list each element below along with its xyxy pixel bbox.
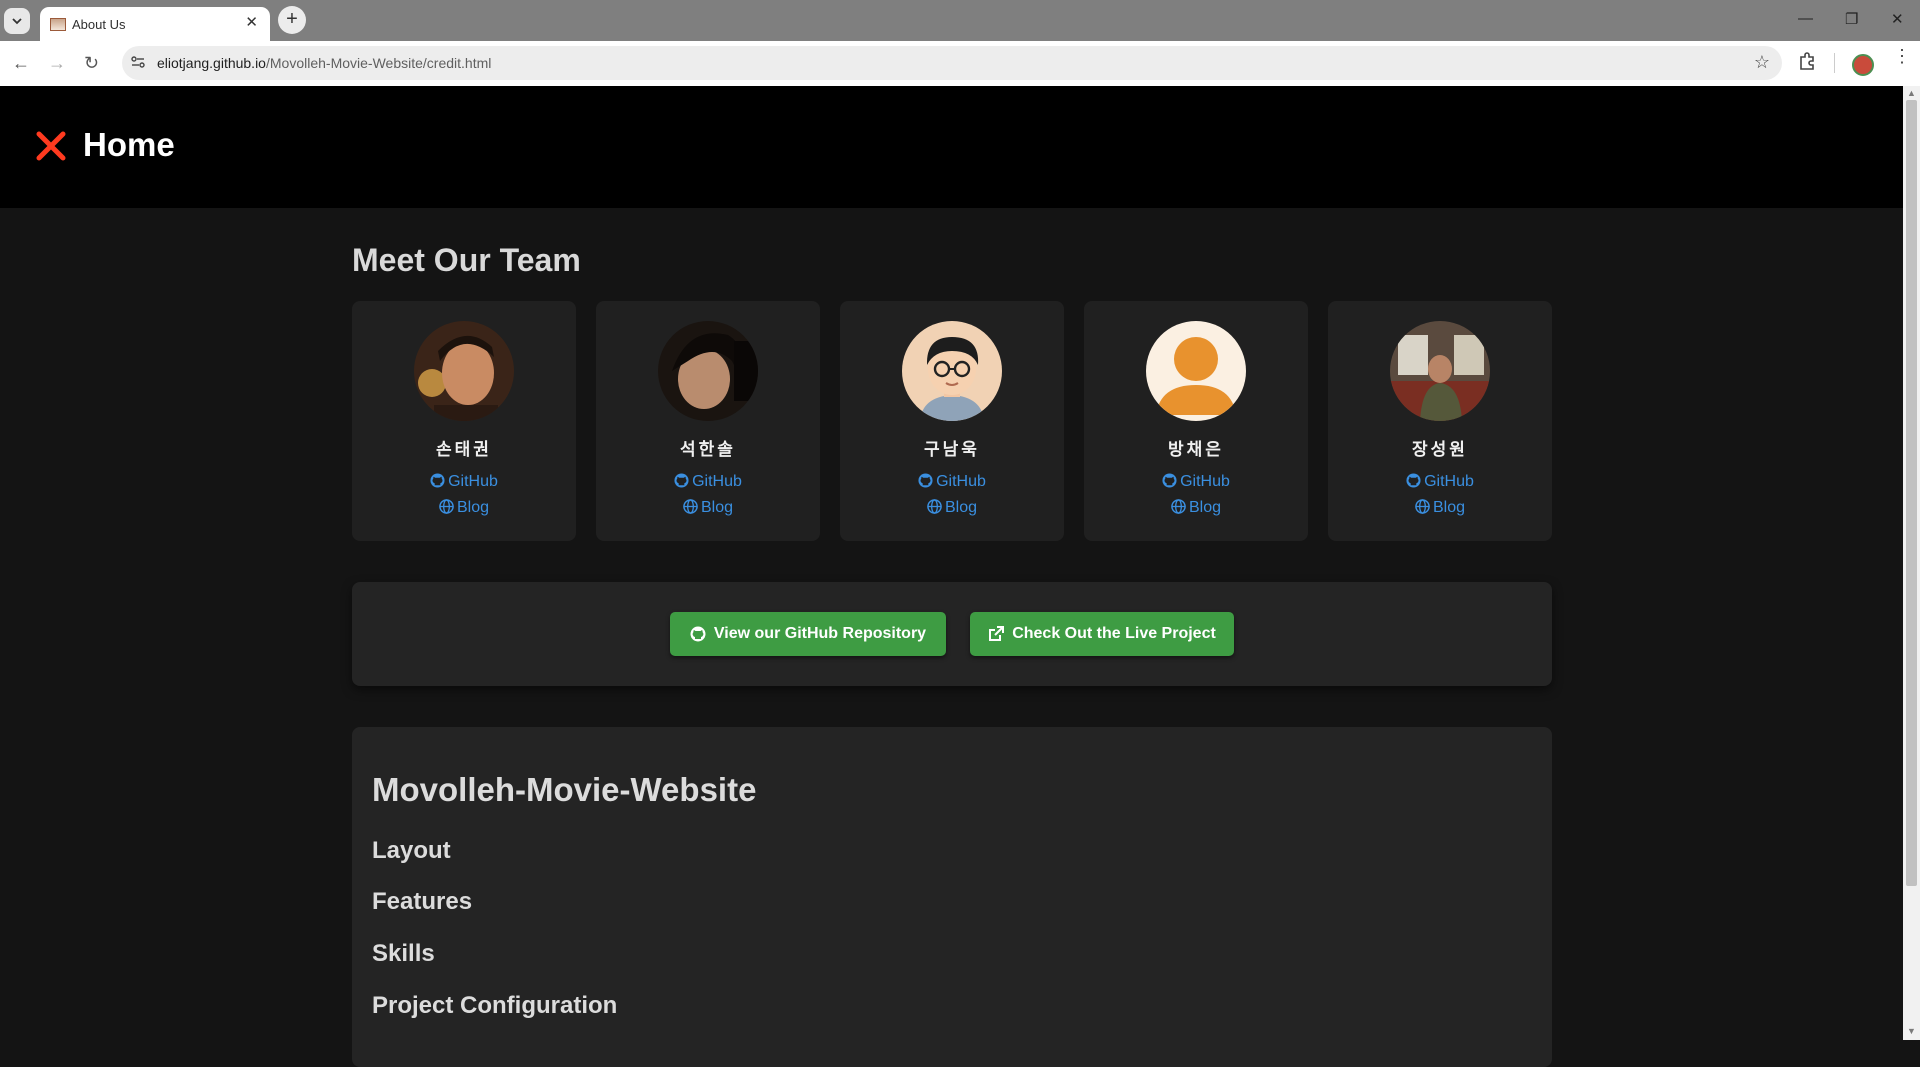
member-name: 구남욱: [924, 440, 980, 459]
github-label: GitHub: [448, 473, 498, 490]
member-name: 손태권: [436, 440, 492, 459]
readme-panel: Movolleh-Movie-Website Layout Features S…: [352, 727, 1552, 1067]
profile-avatar[interactable]: [1852, 54, 1874, 76]
team-member-card: 석한솔 GitHub Blog: [596, 301, 820, 541]
avatar: [414, 321, 514, 421]
github-label: GitHub: [936, 473, 986, 490]
team-member-card: 손태권 GitHub Blog: [352, 301, 576, 541]
blog-label: Blog: [456, 499, 490, 516]
blog-label: Blog: [944, 499, 978, 516]
window-close-icon[interactable]: ✕: [1891, 10, 1904, 28]
blog-label: Blog: [1188, 499, 1222, 516]
home-link[interactable]: Home: [83, 126, 175, 164]
member-name: 방채은: [1168, 440, 1224, 459]
scroll-down-arrow-icon[interactable]: ▼: [1907, 1026, 1916, 1036]
address-bar[interactable]: eliotjang.github.io/Movolleh-Movie-Websi…: [122, 46, 1782, 80]
blog-link[interactable]: Blog: [1328, 499, 1552, 517]
toolbar-divider: [1834, 53, 1835, 73]
github-link[interactable]: GitHub: [352, 473, 576, 491]
browser-toolbar: ← → ↻ eliotjang.github.io/Movolleh-Movie…: [0, 41, 1920, 86]
minimize-icon[interactable]: —: [1798, 10, 1813, 27]
readme-heading-features: Features: [372, 888, 473, 915]
close-x-icon[interactable]: [36, 131, 66, 161]
blog-label: Blog: [1432, 499, 1466, 516]
site-info-icon[interactable]: [130, 54, 146, 70]
url-path: /Movolleh-Movie-Website/credit.html: [265, 55, 492, 71]
bookmark-star-icon[interactable]: ☆: [1754, 52, 1770, 73]
github-link[interactable]: GitHub: [596, 473, 820, 491]
tab-title: About Us: [72, 17, 126, 32]
avatar: [658, 321, 758, 421]
url-text: eliotjang.github.io/Movolleh-Movie-Websi…: [157, 55, 491, 71]
github-link[interactable]: GitHub: [1328, 473, 1552, 491]
scrollbar-thumb[interactable]: [1906, 100, 1917, 886]
github-link[interactable]: GitHub: [840, 473, 1064, 491]
github-icon: [1406, 473, 1421, 488]
readme-heading-project-configuration: Project Configuration: [372, 992, 618, 1019]
browser-tab[interactable]: About Us ✕: [40, 7, 270, 41]
back-arrow-icon[interactable]: ←: [12, 53, 30, 74]
restore-icon[interactable]: ❐: [1845, 10, 1858, 28]
team-member-card: 방채은 GitHub Blog: [1084, 301, 1308, 541]
github-link[interactable]: GitHub: [1084, 473, 1308, 491]
avatar: [902, 321, 1002, 421]
github-icon: [1162, 473, 1177, 488]
browser-tab-strip: About Us ✕ + — ❐ ✕: [0, 0, 1920, 41]
blog-label: Blog: [700, 499, 734, 516]
github-icon: [674, 473, 689, 488]
external-link-icon: [989, 626, 1005, 641]
team-member-card: 구남욱 GitHub Blog: [840, 301, 1064, 541]
blog-link[interactable]: Blog: [352, 499, 576, 517]
globe-icon: [1171, 499, 1186, 514]
github-icon: [430, 473, 445, 488]
globe-icon: [927, 499, 942, 514]
github-label: GitHub: [692, 473, 742, 490]
globe-icon: [439, 499, 454, 514]
blog-link[interactable]: Blog: [1084, 499, 1308, 517]
project-links-panel: View our GitHub Repository Check Out the…: [352, 582, 1552, 686]
github-repo-label: View our GitHub Repository: [713, 625, 927, 642]
tab-search-button[interactable]: [4, 8, 30, 34]
globe-icon: [1415, 499, 1430, 514]
member-name: 석한솔: [680, 440, 736, 459]
url-host: eliotjang.github.io: [157, 55, 266, 71]
globe-icon: [683, 499, 698, 514]
github-icon: [690, 626, 706, 642]
readme-heading-skills: Skills: [372, 940, 435, 967]
site-header: [0, 86, 1903, 208]
readme-heading-layout: Layout: [372, 837, 451, 864]
member-name: 장성원: [1412, 440, 1468, 459]
live-project-label: Check Out the Live Project: [1012, 625, 1216, 642]
chevron-down-icon: [12, 18, 22, 25]
live-project-button[interactable]: Check Out the Live Project: [970, 612, 1234, 656]
blog-link[interactable]: Blog: [840, 499, 1064, 517]
new-tab-button[interactable]: +: [278, 6, 306, 34]
forward-arrow-icon[interactable]: →: [48, 53, 66, 74]
browser-menu-icon[interactable]: ⋮: [1893, 47, 1911, 65]
avatar: [1146, 321, 1246, 421]
readme-title: Movolleh-Movie-Website: [372, 771, 757, 808]
scroll-up-arrow-icon[interactable]: ▲: [1907, 88, 1916, 98]
section-title: Meet Our Team: [352, 242, 581, 278]
close-tab-icon[interactable]: ✕: [245, 14, 258, 32]
github-repo-button[interactable]: View our GitHub Repository: [670, 612, 946, 656]
page-favicon-icon: [50, 18, 66, 31]
reload-icon[interactable]: ↻: [84, 53, 99, 74]
avatar: [1390, 321, 1490, 421]
blog-link[interactable]: Blog: [596, 499, 820, 517]
extensions-puzzle-icon[interactable]: [1797, 51, 1817, 71]
github-label: GitHub: [1424, 473, 1474, 490]
github-icon: [918, 473, 933, 488]
team-member-card: 장성원 GitHub Blog: [1328, 301, 1552, 541]
github-label: GitHub: [1180, 473, 1230, 490]
